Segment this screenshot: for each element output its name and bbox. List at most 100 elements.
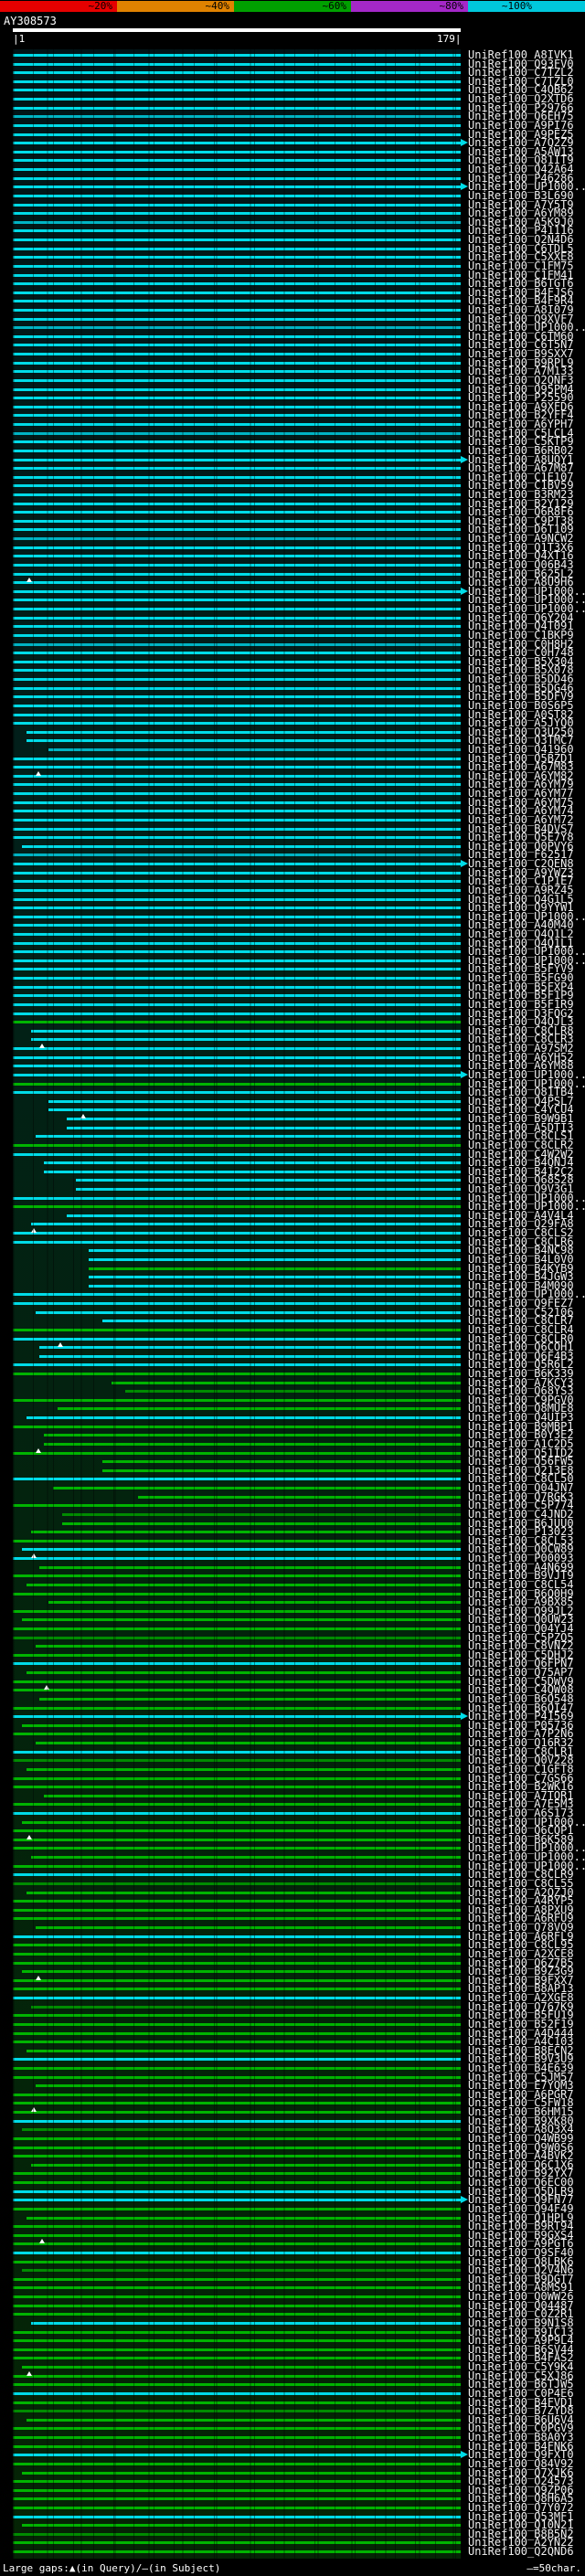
hit-bar[interactable] xyxy=(13,1680,461,1683)
hit-bar[interactable] xyxy=(13,783,461,787)
hit-bar[interactable] xyxy=(13,2454,461,2457)
hit-bar[interactable] xyxy=(13,642,461,646)
hit-bar[interactable] xyxy=(13,941,461,945)
hit-bar[interactable] xyxy=(13,2313,461,2316)
hit-bar[interactable] xyxy=(13,220,461,224)
hit-bar[interactable] xyxy=(13,2172,461,2176)
hit-bar[interactable] xyxy=(30,1029,461,1033)
hit-bar[interactable] xyxy=(13,959,461,962)
hit-bar[interactable] xyxy=(13,1451,461,1455)
hit-bar[interactable] xyxy=(13,71,461,75)
hit-bar[interactable] xyxy=(124,1390,461,1394)
hit-bar[interactable] xyxy=(13,89,461,92)
hit-bar[interactable] xyxy=(13,1082,461,1086)
hit-bar[interactable] xyxy=(13,1935,461,1938)
hit-bar[interactable] xyxy=(13,818,461,822)
hit-bar[interactable] xyxy=(13,888,461,892)
hit-bar[interactable] xyxy=(44,1794,461,1797)
hit-bar[interactable] xyxy=(13,2111,461,2115)
hit-bar[interactable] xyxy=(13,810,461,813)
hit-bar[interactable] xyxy=(13,2550,461,2554)
hit-bar[interactable] xyxy=(13,142,461,145)
hit-bar[interactable] xyxy=(13,1047,461,1051)
hit-bar[interactable] xyxy=(13,1882,461,1885)
hit-bar[interactable] xyxy=(13,2374,461,2378)
hit-bar[interactable] xyxy=(13,203,461,207)
hit-bar[interactable] xyxy=(111,1381,461,1384)
hit-bar[interactable] xyxy=(13,405,461,408)
hit-bar[interactable] xyxy=(13,871,461,875)
hit-bar[interactable] xyxy=(35,1926,461,1930)
hit-bar[interactable] xyxy=(102,1468,461,1472)
hit-bar[interactable] xyxy=(13,2330,461,2334)
hit-bar[interactable] xyxy=(13,1864,461,1868)
hit-bar[interactable] xyxy=(13,2506,461,2509)
hit-bar[interactable] xyxy=(48,1099,461,1103)
hit-bar[interactable] xyxy=(13,1557,461,1561)
hit-bar[interactable] xyxy=(13,2041,461,2044)
hit-bar[interactable] xyxy=(13,968,461,971)
hit-bar[interactable] xyxy=(13,2225,461,2229)
hit-bar[interactable] xyxy=(21,1618,461,1622)
hit-bar[interactable] xyxy=(13,1908,461,1912)
hit-bar[interactable] xyxy=(102,1460,461,1464)
hit-bar[interactable] xyxy=(13,2022,461,2026)
hit-bar[interactable] xyxy=(13,2532,461,2536)
hit-bar[interactable] xyxy=(13,1776,461,1780)
hit-bar[interactable] xyxy=(13,308,461,312)
hit-bar[interactable] xyxy=(13,2436,461,2440)
hit-bar[interactable] xyxy=(13,766,461,769)
hit-bar[interactable] xyxy=(13,2031,461,2035)
hit-bar[interactable] xyxy=(138,1495,461,1499)
hit-bar[interactable] xyxy=(13,2260,461,2263)
hit-bar[interactable] xyxy=(13,924,461,928)
hit-bar[interactable] xyxy=(13,880,461,884)
hit-bar[interactable] xyxy=(13,528,461,532)
hit-bar[interactable] xyxy=(13,1302,461,1306)
hit-bar[interactable] xyxy=(13,133,461,136)
hit-bar[interactable] xyxy=(13,1232,461,1235)
hit-bar[interactable] xyxy=(13,264,461,268)
hit-bar[interactable] xyxy=(21,1820,461,1824)
hit-bar[interactable] xyxy=(13,1997,461,2000)
hit-bar[interactable] xyxy=(13,1073,461,1076)
hit-bar[interactable] xyxy=(13,2277,461,2281)
hit-bar[interactable] xyxy=(13,1363,461,1367)
hit-bar[interactable] xyxy=(35,1310,461,1314)
hit-bar[interactable] xyxy=(13,1627,461,1630)
hit-bar[interactable] xyxy=(21,2524,461,2528)
hit-bar[interactable] xyxy=(102,1320,461,1323)
hit-bar[interactable] xyxy=(21,1723,461,1727)
hit-bar[interactable] xyxy=(26,2049,461,2052)
hit-bar[interactable] xyxy=(13,2075,461,2079)
hit-bar[interactable] xyxy=(30,1038,461,1042)
hit-bar[interactable] xyxy=(48,747,461,751)
hit-bar[interactable] xyxy=(13,977,461,981)
hit-bar[interactable] xyxy=(13,1240,461,1244)
hit-bar[interactable] xyxy=(13,168,461,172)
hit-bar[interactable] xyxy=(13,774,461,778)
hit-bar[interactable] xyxy=(13,115,461,119)
hit-bar[interactable] xyxy=(13,686,461,690)
hit-bar[interactable] xyxy=(13,2383,461,2387)
hit-bar[interactable] xyxy=(66,1126,461,1129)
hit-bar[interactable] xyxy=(21,2269,461,2273)
hit-bar[interactable] xyxy=(13,2146,461,2149)
hit-bar[interactable] xyxy=(13,317,461,321)
hit-bar[interactable] xyxy=(13,2462,461,2465)
hit-bar[interactable] xyxy=(13,1944,461,1947)
hit-bar[interactable] xyxy=(13,1803,461,1807)
hit-bar[interactable] xyxy=(13,475,461,479)
hit-bar[interactable] xyxy=(13,757,461,760)
hit-bar[interactable] xyxy=(13,2444,461,2448)
hit-bar[interactable] xyxy=(13,1425,461,1428)
hit-bar[interactable] xyxy=(13,484,461,488)
hit-bar[interactable] xyxy=(13,1733,461,1736)
hit-bar[interactable] xyxy=(13,493,461,496)
hit-bar[interactable] xyxy=(13,273,461,277)
hit-bar[interactable] xyxy=(21,844,461,848)
hit-bar[interactable] xyxy=(13,176,461,180)
hit-bar[interactable] xyxy=(13,985,461,989)
hit-bar[interactable] xyxy=(13,2339,461,2343)
hit-bar[interactable] xyxy=(13,1706,461,1710)
